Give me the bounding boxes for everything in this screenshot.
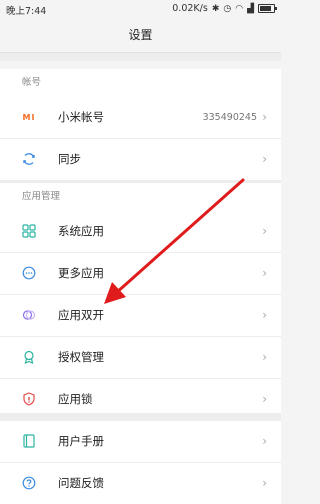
dual-apps-label: 应用双开 (58, 308, 104, 322)
chevron-right-icon: › (262, 476, 267, 490)
bluetooth-icon: ✱ (211, 3, 220, 14)
status-time: 晚上7:44 (6, 6, 47, 17)
status-indicators: 0.02K/s ✱ ◷ ◠ ▟ (172, 3, 277, 14)
wifi-icon: ◠ (235, 3, 244, 14)
more-apps-icon (22, 266, 36, 280)
mi-account-row[interactable]: MI 小米帐号 335490245 › (0, 97, 281, 138)
grid-apps-icon (22, 224, 36, 238)
more-apps-label: 更多应用 (58, 266, 104, 280)
status-bar: 晚上7:44 0.02K/s ✱ ◷ ◠ ▟ (0, 0, 281, 18)
chevron-right-icon: › (262, 308, 267, 322)
alarm-icon: ◷ (223, 3, 232, 14)
dual-apps-icon (22, 308, 36, 322)
account-section: 帐号 MI 小米帐号 335490245 › 同步 › (0, 69, 281, 180)
signal-icon: ▟ (247, 3, 254, 14)
chevron-right-icon: › (262, 224, 267, 238)
shield-lock-icon (22, 392, 36, 406)
app-management-section: 应用管理 系统应用 › 更多应用 › 应用双开 › 授权管理 › 应用锁 › (0, 183, 281, 420)
sync-label: 同步 (58, 152, 81, 166)
battery-icon (258, 4, 277, 13)
book-icon (22, 434, 36, 448)
chevron-right-icon: › (262, 152, 267, 166)
user-manual-label: 用户手册 (58, 434, 104, 448)
section-label-account: 帐号 (22, 77, 42, 88)
mi-account-label: 小米帐号 (58, 110, 104, 124)
chevron-right-icon: › (262, 110, 267, 124)
page-title: 设置 (128, 28, 153, 42)
dual-apps-row[interactable]: 应用双开 › (0, 294, 281, 336)
feedback-label: 问题反馈 (58, 476, 104, 490)
divider (0, 52, 281, 61)
section-separator (0, 413, 281, 421)
question-icon (22, 476, 36, 490)
badge-icon (22, 350, 36, 364)
help-section: 用户手册 › 问题反馈 › (0, 421, 281, 504)
section-label-apps: 应用管理 (22, 191, 61, 202)
chevron-right-icon: › (262, 434, 267, 448)
permissions-label: 授权管理 (58, 350, 104, 364)
mi-account-id: 335490245 (202, 112, 257, 123)
system-apps-row[interactable]: 系统应用 › (0, 211, 281, 252)
mi-logo-icon: MI (22, 112, 36, 122)
sync-row[interactable]: 同步 › (0, 138, 281, 180)
sync-icon (22, 152, 36, 166)
feedback-row[interactable]: 问题反馈 › (0, 462, 281, 504)
more-apps-row[interactable]: 更多应用 › (0, 252, 281, 294)
chevron-right-icon: › (262, 266, 267, 280)
network-speed: 0.02K/s (172, 3, 208, 14)
chevron-right-icon: › (262, 350, 267, 364)
permissions-row[interactable]: 授权管理 › (0, 336, 281, 378)
user-manual-row[interactable]: 用户手册 › (0, 421, 281, 462)
system-apps-label: 系统应用 (58, 224, 104, 238)
